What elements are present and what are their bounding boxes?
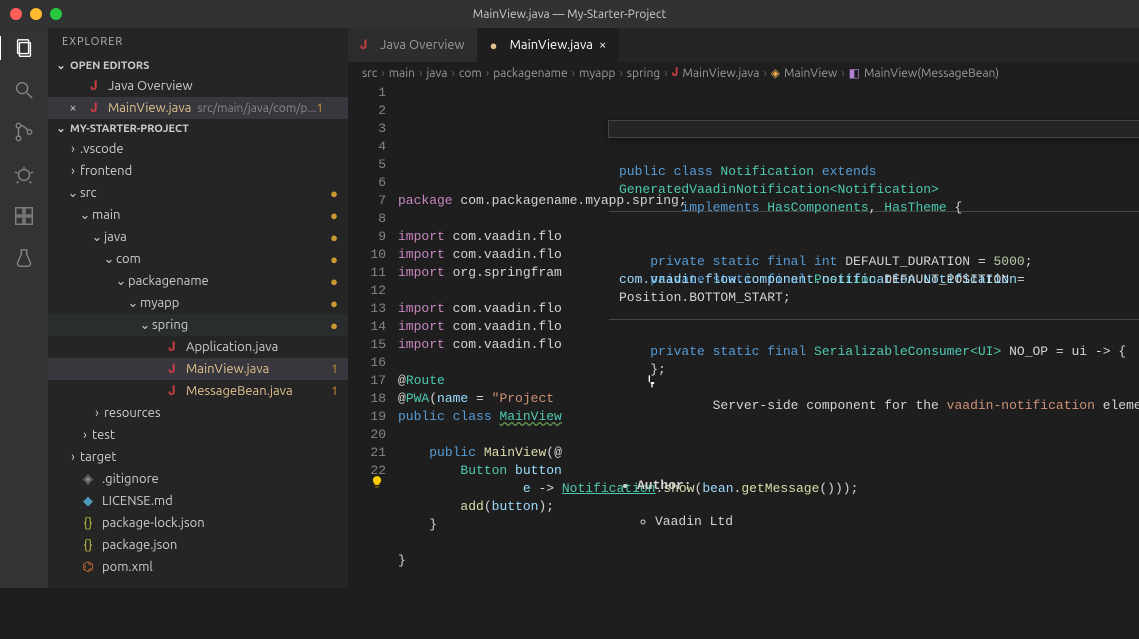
chevron-icon: ⌄ bbox=[78, 208, 92, 223]
debug-activity-icon[interactable] bbox=[12, 162, 36, 186]
open-editors-header[interactable]: ⌄ OPEN EDITORS bbox=[48, 56, 348, 75]
open-editor-item[interactable]: 𝐉 Java Overview bbox=[48, 75, 348, 97]
tree-item[interactable]: ◆LICENSE.md bbox=[48, 490, 348, 512]
window-title: MainView.java — My-Starter-Project bbox=[0, 8, 1139, 21]
source-control-activity-icon[interactable] bbox=[12, 120, 36, 144]
code-content[interactable]: package com.packagename.myapp.spring;imp… bbox=[398, 84, 1139, 588]
java-file-icon: 𝐉 bbox=[86, 101, 102, 116]
explorer-sidebar: EXPLORER ⌄ OPEN EDITORS 𝐉 Java Overview … bbox=[48, 28, 348, 588]
chevron-icon: › bbox=[66, 164, 80, 178]
tree-item[interactable]: ›test bbox=[48, 424, 348, 446]
line-number-gutter: 12345678910111213141516171819202122 bbox=[348, 84, 398, 588]
class-icon: ◈ bbox=[771, 66, 780, 80]
tree-item[interactable]: ⌄java● bbox=[48, 226, 348, 248]
open-editor-item[interactable]: × 𝐉 MainView.java src/main/java/com/p...… bbox=[48, 97, 348, 119]
activity-bar bbox=[0, 28, 48, 588]
chevron-icon: ⌄ bbox=[114, 274, 128, 289]
tree-item[interactable]: ›target bbox=[48, 446, 348, 468]
modified-dot-icon: ● bbox=[490, 38, 504, 53]
tree-item[interactable]: ›frontend bbox=[48, 160, 348, 182]
tree-item[interactable]: ⌄src● bbox=[48, 182, 348, 204]
file-tree: ›.vscode›frontend⌄src●⌄main●⌄java●⌄com●⌄… bbox=[48, 138, 348, 588]
explorer-activity-icon[interactable] bbox=[0, 36, 47, 60]
tree-item[interactable]: ◈.gitignore bbox=[48, 468, 348, 490]
editor-tabs: 𝐉 Java Overview ● MainView.java × bbox=[348, 28, 1139, 62]
test-activity-icon[interactable] bbox=[12, 246, 36, 270]
tree-item[interactable]: ⌄main● bbox=[48, 204, 348, 226]
titlebar: MainView.java — My-Starter-Project bbox=[0, 0, 1139, 28]
tree-item[interactable]: ›.vscode bbox=[48, 138, 348, 160]
tab-mainview[interactable]: ● MainView.java × bbox=[478, 28, 620, 62]
tree-item[interactable]: ⌬pom.xml bbox=[48, 556, 348, 578]
method-icon: ◧ bbox=[849, 66, 860, 80]
chevron-icon: › bbox=[78, 428, 92, 442]
close-icon[interactable]: × bbox=[599, 38, 606, 52]
close-window-button[interactable] bbox=[10, 8, 22, 20]
breadcrumb[interactable]: src› main› java› com› packagename› myapp… bbox=[348, 62, 1139, 84]
code-editor[interactable]: 12345678910111213141516171819202122 pack… bbox=[348, 84, 1139, 588]
chevron-icon: ⌄ bbox=[66, 186, 80, 201]
java-file-icon: 𝐉 bbox=[86, 79, 102, 94]
tree-item[interactable]: 𝐉MessageBean.java1 bbox=[48, 380, 348, 402]
tree-item[interactable]: ⌄com● bbox=[48, 248, 348, 270]
chevron-down-icon: ⌄ bbox=[54, 59, 68, 72]
pointer-cursor-icon bbox=[644, 374, 660, 390]
chevron-down-icon: ⌄ bbox=[54, 122, 68, 135]
editor-area: 𝐉 Java Overview ● MainView.java × src› m… bbox=[348, 28, 1139, 588]
extensions-activity-icon[interactable] bbox=[12, 204, 36, 228]
tab-java-overview[interactable]: 𝐉 Java Overview bbox=[348, 28, 478, 62]
tree-item[interactable]: 𝐉Application.java bbox=[48, 336, 348, 358]
tree-item[interactable]: {}package-lock.json bbox=[48, 512, 348, 534]
chevron-icon: › bbox=[66, 142, 80, 156]
java-icon: 𝐉 bbox=[360, 38, 374, 53]
tree-item[interactable]: 𝐉MainView.java1 bbox=[48, 358, 348, 380]
tree-item[interactable]: {}package.json bbox=[48, 534, 348, 556]
tree-item[interactable]: ›resources bbox=[48, 402, 348, 424]
chevron-icon: ⌄ bbox=[102, 252, 116, 267]
close-icon[interactable]: × bbox=[66, 101, 80, 115]
chevron-icon: ⌄ bbox=[90, 230, 104, 245]
hover-tooltip: public class Notification extends Genera… bbox=[608, 120, 1139, 138]
chevron-icon: ⌄ bbox=[126, 296, 140, 311]
tree-item[interactable]: ⌄packagename● bbox=[48, 270, 348, 292]
chevron-icon: ⌄ bbox=[138, 318, 152, 333]
chevron-icon: › bbox=[66, 450, 80, 464]
java-file-icon: 𝐉 bbox=[672, 66, 679, 80]
maximize-window-button[interactable] bbox=[50, 8, 62, 20]
tree-item[interactable]: ⌄myapp● bbox=[48, 292, 348, 314]
hover-description: Server-side component for the vaadin-not… bbox=[609, 373, 1139, 391]
tree-item[interactable]: ⌄spring● bbox=[48, 314, 348, 336]
hover-signature: public class Notification extends Genera… bbox=[609, 157, 1139, 175]
search-activity-icon[interactable] bbox=[12, 78, 36, 102]
chevron-icon: › bbox=[90, 406, 104, 420]
project-header[interactable]: ⌄ MY-STARTER-PROJECT bbox=[48, 119, 348, 138]
explorer-title: EXPLORER bbox=[48, 28, 348, 56]
open-editors-list: 𝐉 Java Overview × 𝐉 MainView.java src/ma… bbox=[48, 75, 348, 119]
minimize-window-button[interactable] bbox=[30, 8, 42, 20]
